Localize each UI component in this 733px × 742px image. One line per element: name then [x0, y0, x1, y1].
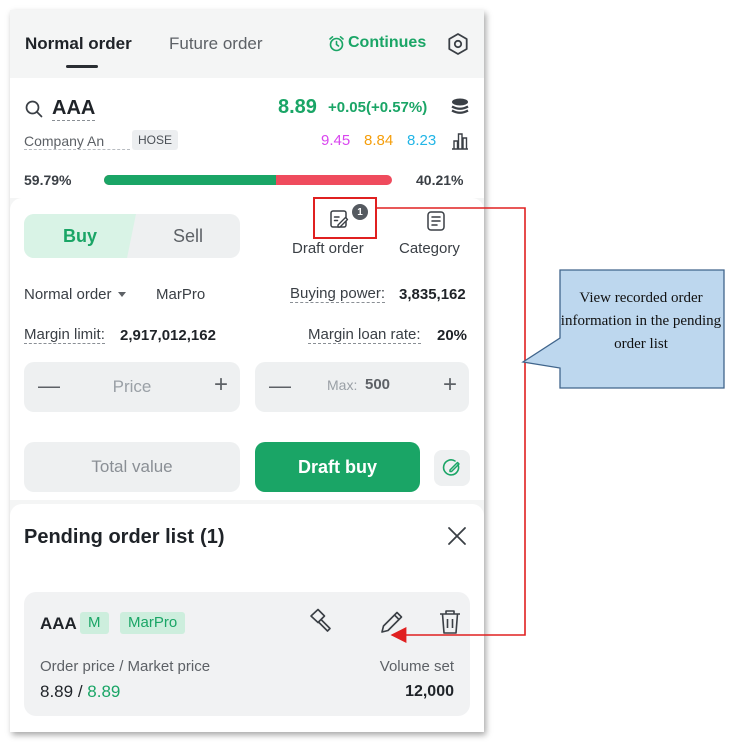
margin-loan-rate-value: 20%: [437, 327, 468, 344]
stock-ticker[interactable]: AAA: [52, 96, 96, 121]
buying-power-label: Buying power:: [290, 285, 386, 303]
sell-ratio: 40.21%: [416, 172, 464, 188]
price-input[interactable]: — Price +: [24, 362, 240, 412]
tab-future-order[interactable]: Future order: [169, 34, 263, 54]
ceiling-price: 9.45: [321, 132, 351, 149]
pending-order-card[interactable]: AAA M MarPro Order price / Market price …: [24, 592, 470, 716]
current-price: 8.89: [278, 96, 317, 118]
order-price-label: Order price / Market price: [40, 658, 211, 675]
trash-icon[interactable]: [437, 608, 463, 636]
chevron-down-icon: [117, 292, 126, 297]
exchange-badge: HOSE: [132, 130, 179, 150]
pending-order-panel: Pending order list (1) AAA M MarPro Orde…: [10, 504, 484, 732]
pending-count: (1): [200, 526, 225, 548]
continues-label: Continues: [348, 34, 427, 51]
buy-ratio-fill: [104, 175, 277, 185]
volume-input[interactable]: — Max: 500 +: [255, 362, 469, 412]
draft-order-label[interactable]: Draft order: [292, 240, 364, 257]
draft-order-highlight: [313, 197, 377, 239]
coins-icon[interactable]: [450, 97, 470, 119]
order-tag-type: M: [80, 612, 109, 634]
bar-chart-icon[interactable]: [451, 132, 469, 150]
buy-sell-toggle: Buy Sell: [24, 214, 240, 258]
annotation-callout-text: View recorded order information in the p…: [560, 290, 722, 352]
mobile-app-panel: Normal order Future order Continues AAA …: [10, 10, 484, 732]
stock-info-section: AAA 8.89 +0.05(+0.57%) Company An HOSE 9…: [10, 78, 484, 198]
alarm-clock-icon: [329, 35, 344, 51]
hexagon-settings-icon[interactable]: [446, 32, 470, 56]
close-icon[interactable]: [446, 525, 468, 547]
order-tag-account: MarPro: [120, 612, 186, 634]
account-type[interactable]: MarPro: [156, 286, 205, 303]
tab-normal-order[interactable]: Normal order: [25, 34, 132, 54]
volume-increase-icon[interactable]: +: [443, 371, 457, 399]
draft-buy-button[interactable]: Draft buy: [255, 442, 420, 492]
reference-price: 8.84: [364, 132, 394, 149]
pending-title: Pending order list (1): [24, 526, 225, 548]
order-type-select[interactable]: Normal order: [24, 286, 126, 303]
company-name: Company An: [24, 133, 130, 150]
continues-button[interactable]: Continues: [328, 34, 426, 52]
buying-power-value: 3,835,162: [399, 286, 466, 303]
price-change: +0.05(+0.57%): [328, 99, 428, 116]
price-increase-icon[interactable]: +: [214, 371, 228, 399]
volume-set-value: 12,000: [405, 683, 454, 700]
market-price-value: 8.89: [87, 682, 121, 701]
volume-set-label: Volume set: [379, 658, 454, 675]
floor-price: 8.23: [407, 132, 437, 149]
buy-tab[interactable]: Buy: [24, 214, 136, 258]
order-price-value: 8.89 / 8.89: [40, 682, 121, 701]
margin-loan-rate-label: Margin loan rate:: [308, 326, 421, 344]
volume-decrease-icon[interactable]: —: [269, 373, 291, 399]
quick-order-button[interactable]: [434, 450, 470, 486]
category-list-icon[interactable]: [426, 210, 446, 232]
buy-ratio: 59.79%: [24, 172, 72, 188]
category-label[interactable]: Category: [399, 240, 460, 257]
price-placeholder: Price: [112, 377, 152, 396]
hammer-icon[interactable]: [307, 608, 333, 636]
volume-max-value: 500: [365, 376, 391, 393]
buy-sell-ratio-bar: [104, 175, 392, 185]
pencil-icon[interactable]: [378, 608, 404, 636]
sell-tab[interactable]: Sell: [136, 214, 240, 258]
order-tabs-bar: Normal order Future order Continues: [10, 10, 484, 70]
edit-circle-icon: [442, 459, 460, 476]
volume-max-label: Max:: [327, 377, 358, 393]
margin-limit-value: 2,917,012,162: [120, 327, 216, 344]
order-type-value: Normal order: [24, 286, 112, 303]
total-value-field: Total value: [24, 442, 240, 492]
order-form: Buy Sell 1 Draft order Category Normal o…: [10, 198, 484, 500]
margin-limit-label: Margin limit:: [24, 326, 105, 344]
active-tab-indicator: [66, 65, 98, 68]
order-ticker: AAA: [40, 614, 77, 633]
search-icon[interactable]: [25, 100, 43, 118]
